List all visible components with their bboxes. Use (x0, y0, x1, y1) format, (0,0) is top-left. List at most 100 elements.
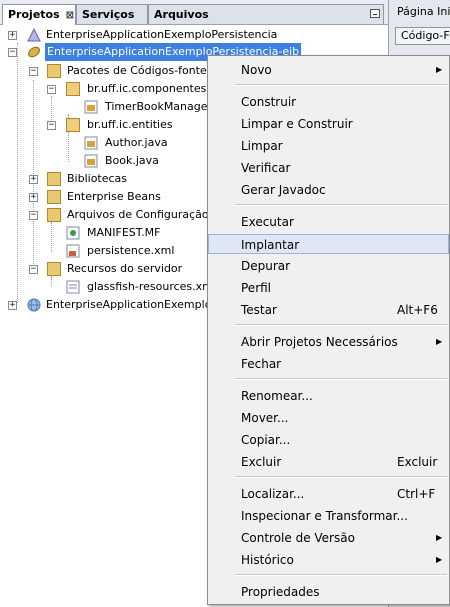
folder-icon (47, 64, 61, 78)
expand-icon[interactable]: + (29, 193, 38, 202)
folder-icon (47, 190, 61, 204)
menu-item-label: Localizar... (241, 487, 305, 501)
tab-projetos[interactable]: Projetos ⊠ (2, 4, 76, 25)
panel-tab-bar: Projetos ⊠ Serviços Arquivos (0, 0, 388, 25)
tab-servicos[interactable]: Serviços (76, 4, 148, 24)
tab-projetos-label: Projetos (8, 8, 60, 21)
menu-item-label: Mover... (241, 411, 289, 425)
submenu-arrow-icon: ▶ (436, 337, 443, 346)
menu-item-depurar[interactable]: Depurar (208, 256, 449, 276)
collapse-icon[interactable]: − (47, 121, 56, 130)
menu-item-propriedades[interactable]: Propriedades (208, 582, 449, 602)
menu-item-renomear[interactable]: Renomear... (208, 386, 449, 406)
menu-item-limpar[interactable]: Limpar (208, 136, 449, 156)
menu-item-label: Excluir (241, 455, 282, 469)
menu-item-label: Depurar (241, 259, 291, 273)
tree-item-label: Author.java (105, 136, 168, 149)
menu-item-label: Novo (241, 63, 272, 77)
menu-item-fechar[interactable]: Fechar (208, 354, 449, 374)
menu-separator (235, 324, 447, 326)
menu-item-label: Renomear... (241, 389, 313, 403)
menu-item-localizar[interactable]: Localizar... Ctrl+F (208, 484, 449, 504)
menu-item-label: Limpar e Construir (241, 117, 353, 131)
package-icon (66, 118, 80, 132)
context-menu: Novo ▶ Construir Limpar e Construir Limpa… (207, 55, 450, 605)
menu-item-mover[interactable]: Mover... (208, 408, 449, 428)
collapse-icon[interactable]: − (8, 48, 17, 57)
menu-item-controle-versao[interactable]: Controle de Versão ▶ (208, 528, 449, 548)
menu-item-perfil[interactable]: Perfil (208, 278, 449, 298)
globe-icon (27, 298, 41, 312)
menu-item-label: Construir (241, 95, 297, 109)
menu-item-verificar[interactable]: Verificar (208, 158, 449, 178)
manifest-file-icon (66, 226, 80, 240)
expand-icon[interactable]: + (8, 301, 17, 310)
menu-item-label: Fechar (241, 357, 282, 371)
tree-item-label: Book.java (105, 154, 159, 167)
submenu-arrow-icon: ▶ (436, 533, 443, 542)
menu-item-label: Executar (241, 215, 294, 229)
collapse-icon[interactable]: − (29, 265, 38, 274)
tree-item-label: Bibliotecas (67, 172, 128, 185)
menu-item-label: Verificar (241, 161, 291, 175)
menu-item-shortcut: Excluir (397, 455, 438, 469)
menu-item-implantar[interactable]: Implantar (208, 234, 449, 254)
menu-item-limpar-construir[interactable]: Limpar e Construir (208, 114, 449, 134)
menu-item-label: Abrir Projetos Necessários (241, 335, 398, 349)
tree-item-label: Enterprise Beans (67, 190, 161, 203)
tree-item-label: br.uff.ic.componentes (87, 82, 207, 95)
ejb-module-icon (28, 46, 40, 58)
menu-item-label: Inspecionar e Transformar... (241, 509, 408, 523)
tree-item-label: EnterpriseApplicationExemploPer (46, 298, 229, 311)
close-tab-icon[interactable]: ⊠ (66, 10, 74, 21)
tab-codigo-fonte[interactable]: Código-Fo (395, 27, 450, 45)
tree-item-label: EnterpriseApplicationExemploPersistencia (46, 28, 278, 41)
menu-item-inspecionar[interactable]: Inspecionar e Transformar... (208, 506, 449, 526)
collapse-icon[interactable]: − (29, 211, 38, 220)
package-icon (66, 82, 80, 96)
menu-separator (235, 476, 447, 478)
menu-item-label: Propriedades (241, 585, 320, 599)
menu-item-abrir-projetos[interactable]: Abrir Projetos Necessários ▶ (208, 332, 449, 352)
menu-separator (235, 84, 447, 86)
menu-item-label: Histórico (241, 553, 294, 567)
xml-file-icon (66, 244, 80, 258)
collapse-icon[interactable]: − (29, 67, 38, 76)
menu-separator (235, 204, 447, 206)
menu-item-novo[interactable]: Novo ▶ (208, 60, 449, 80)
menu-item-testar[interactable]: Testar Alt+F6 (208, 300, 449, 320)
menu-item-shortcut: Ctrl+F (397, 487, 436, 501)
menu-item-executar[interactable]: Executar (208, 212, 449, 232)
tree-item-label: Recursos do servidor (67, 262, 183, 275)
tab-servicos-label: Serviços (82, 8, 135, 21)
menu-item-historico[interactable]: Histórico ▶ (208, 550, 449, 570)
tab-arquivos-label: Arquivos (154, 8, 209, 21)
java-file-icon (84, 154, 98, 168)
menu-item-label: Limpar (241, 139, 283, 153)
tree-item-label: glassfish-resources.xml (87, 280, 216, 293)
menu-item-gerar-javadoc[interactable]: Gerar Javadoc (208, 180, 449, 200)
expand-icon[interactable]: + (29, 175, 38, 184)
menu-item-label: Controle de Versão (241, 531, 355, 545)
menu-item-label: Implantar (241, 238, 300, 252)
enterprise-app-icon (27, 28, 41, 42)
folder-icon (47, 262, 61, 276)
collapse-icon[interactable]: − (47, 85, 56, 94)
menu-separator (235, 574, 447, 576)
tab-pagina-inicial[interactable]: Página Inic (397, 5, 450, 18)
menu-item-label: Gerar Javadoc (241, 183, 326, 197)
folder-icon (47, 208, 61, 222)
java-file-icon (84, 136, 98, 150)
tree-item-label: Pacotes de Códigos-fonte (67, 64, 207, 77)
expand-icon[interactable]: + (8, 31, 17, 40)
menu-separator (235, 378, 447, 380)
menu-item-shortcut: Alt+F6 (397, 303, 438, 317)
menu-item-excluir[interactable]: Excluir Excluir (208, 452, 449, 472)
menu-item-label: Copiar... (241, 433, 291, 447)
menu-item-copiar[interactable]: Copiar... (208, 430, 449, 450)
tree-item-project-main[interactable]: + EnterpriseApplicationExemploPersistenc… (0, 26, 388, 44)
tab-arquivos[interactable]: Arquivos (148, 4, 384, 24)
tree-item-label: persistence.xml (87, 244, 175, 257)
minimize-icon[interactable] (370, 9, 380, 18)
menu-item-construir[interactable]: Construir (208, 92, 449, 112)
